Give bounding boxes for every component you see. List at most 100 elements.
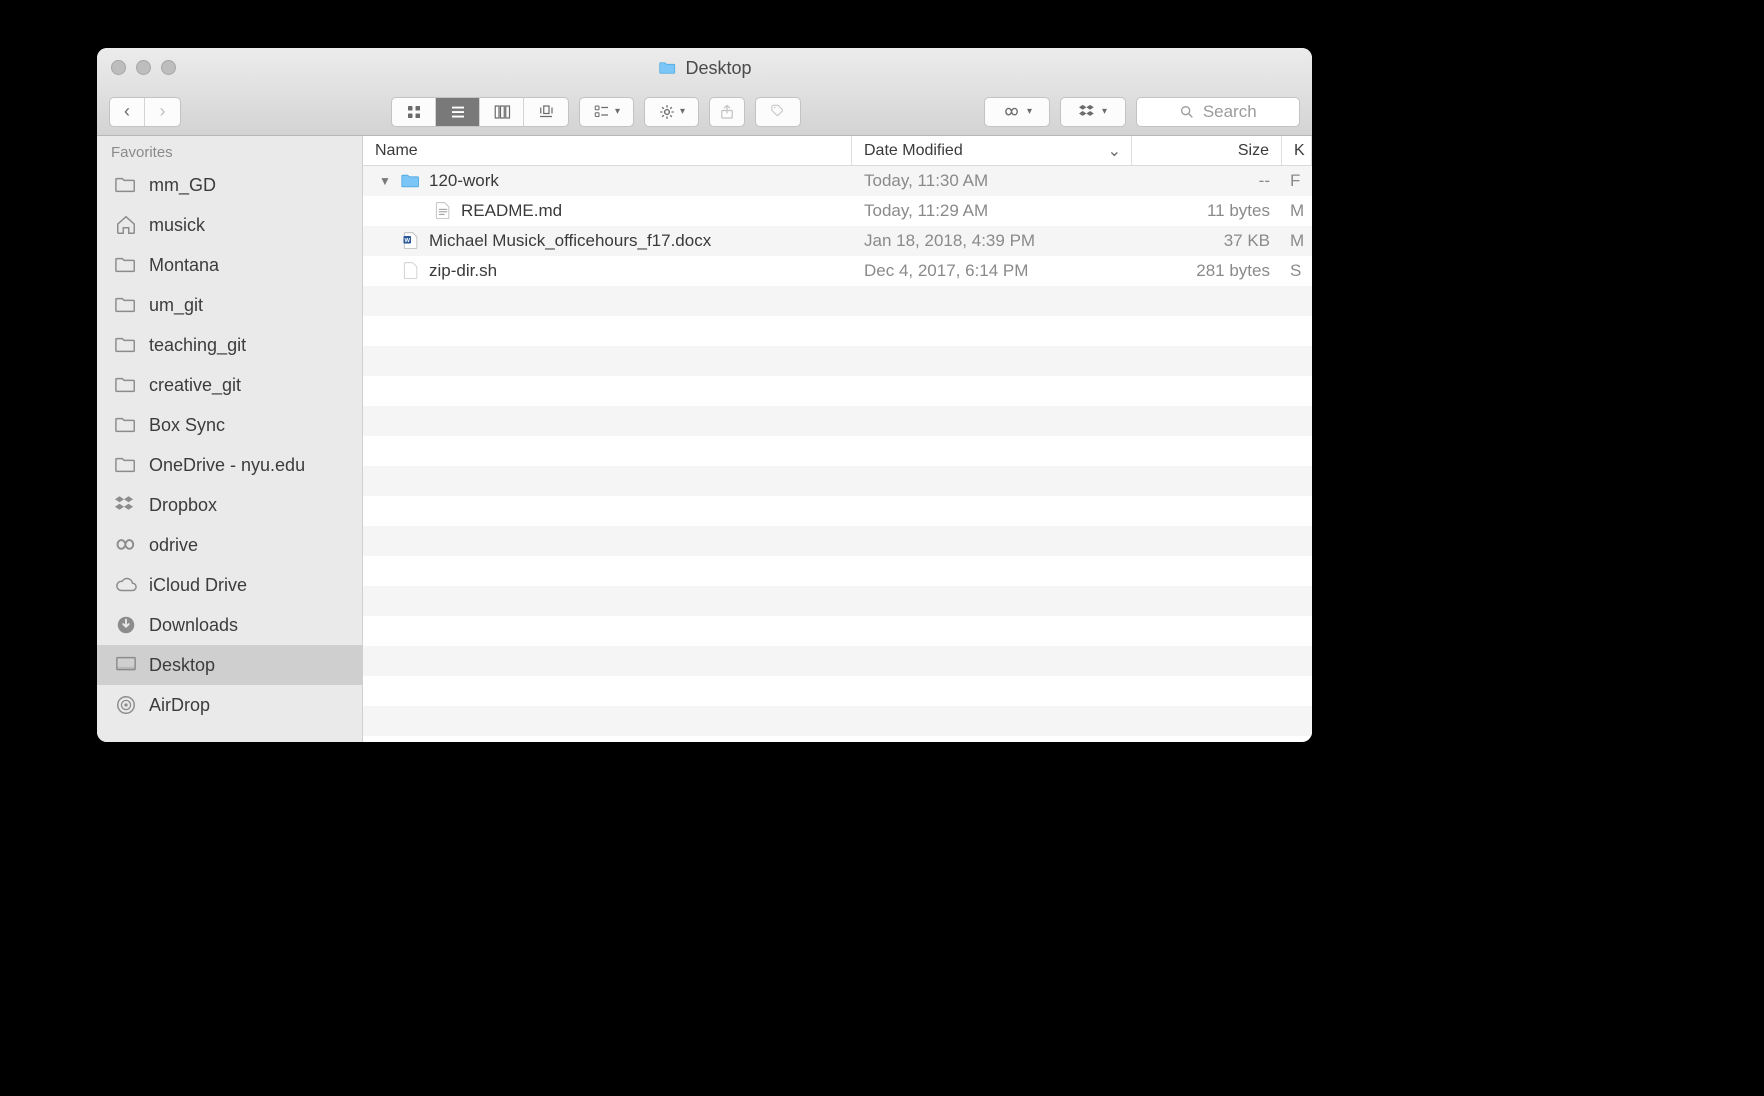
toolbar: ‹ › ▾ ▾ ▾ ▾ Search	[97, 88, 1312, 136]
sidebar-item-box-sync[interactable]: Box Sync	[97, 405, 362, 445]
empty-row	[363, 436, 1312, 466]
icon-view-button[interactable]	[392, 98, 436, 126]
folder-icon	[113, 454, 139, 476]
sidebar-item-label: iCloud Drive	[149, 575, 247, 596]
file-name: README.md	[461, 201, 562, 221]
search-placeholder: Search	[1203, 102, 1257, 122]
file-row[interactable]: ▼ 120-work Today, 11:30 AM--F	[363, 166, 1312, 196]
column-header-kind[interactable]: K	[1282, 136, 1312, 165]
sidebar-item-desktop[interactable]: Desktop	[97, 645, 362, 685]
forward-button[interactable]: ›	[145, 98, 180, 126]
sidebar-item-airdrop[interactable]: AirDrop	[97, 685, 362, 725]
sidebar-item-musick[interactable]: musick	[97, 205, 362, 245]
desktop-icon	[113, 654, 139, 676]
folder-icon	[113, 374, 139, 396]
folder-icon	[113, 174, 139, 196]
sort-indicator-icon: ⌄	[1108, 141, 1121, 161]
close-window-button[interactable]	[111, 60, 126, 75]
zoom-window-button[interactable]	[161, 60, 176, 75]
sidebar-item-montana[interactable]: Montana	[97, 245, 362, 285]
sidebar-section-header: Favorites	[97, 136, 362, 165]
empty-row	[363, 376, 1312, 406]
file-date: Jan 18, 2018, 4:39 PM	[852, 231, 1132, 251]
folder-icon	[113, 294, 139, 316]
file-size: 11 bytes	[1132, 201, 1282, 221]
sidebar-item-label: um_git	[149, 295, 203, 316]
list-view-button[interactable]	[436, 98, 480, 126]
sidebar-item-creative-git[interactable]: creative_git	[97, 365, 362, 405]
sidebar-item-onedrive-nyu-edu[interactable]: OneDrive - nyu.edu	[97, 445, 362, 485]
file-name: zip-dir.sh	[429, 261, 497, 281]
file-kind: S	[1282, 261, 1312, 281]
file-kind: F	[1282, 171, 1312, 191]
sidebar-item-dropbox[interactable]: Dropbox	[97, 485, 362, 525]
sidebar-item-label: Downloads	[149, 615, 238, 636]
sidebar-item-mm-gd[interactable]: mm_GD	[97, 165, 362, 205]
empty-row	[363, 676, 1312, 706]
empty-row	[363, 526, 1312, 556]
odrive-toolbar-menu[interactable]: ▾	[984, 97, 1050, 127]
tags-button[interactable]	[755, 97, 801, 127]
doc-icon	[433, 201, 453, 221]
action-menu[interactable]: ▾	[644, 97, 699, 127]
folder-icon	[113, 334, 139, 356]
file-row[interactable]: README.md Today, 11:29 AM11 bytesM	[363, 196, 1312, 226]
empty-row	[363, 496, 1312, 526]
share-button[interactable]	[709, 97, 745, 127]
search-field[interactable]: Search	[1136, 97, 1301, 127]
file-date: Today, 11:29 AM	[852, 201, 1132, 221]
file-row[interactable]: zip-dir.sh Dec 4, 2017, 6:14 PM281 bytesS	[363, 256, 1312, 286]
file-kind: M	[1282, 201, 1312, 221]
disclosure-triangle-icon[interactable]: ▼	[379, 174, 393, 188]
arrange-menu[interactable]: ▾	[579, 97, 634, 127]
home-icon	[113, 214, 139, 236]
sidebar: Favorites mm_GDmusickMontana um_gitteachi…	[97, 136, 363, 742]
sidebar-item-label: Box Sync	[149, 415, 225, 436]
file-name: 120-work	[429, 171, 499, 191]
sidebar-item-label: Dropbox	[149, 495, 217, 516]
sidebar-item-label: OneDrive - nyu.edu	[149, 455, 305, 476]
dropbox-toolbar-menu[interactable]: ▾	[1060, 97, 1126, 127]
empty-row	[363, 646, 1312, 676]
folder-icon	[113, 414, 139, 436]
column-header-date[interactable]: Date Modified⌄	[852, 136, 1132, 165]
nav-buttons: ‹ ›	[109, 97, 181, 127]
sidebar-item-icloud-drive[interactable]: iCloud Drive	[97, 565, 362, 605]
titlebar[interactable]: Desktop	[97, 48, 1312, 88]
window-title: Desktop	[657, 58, 751, 79]
search-icon	[1179, 104, 1195, 120]
empty-row	[363, 586, 1312, 616]
sidebar-item-um-git[interactable]: um_git	[97, 285, 362, 325]
column-header-size[interactable]: Size	[1132, 136, 1282, 165]
sidebar-item-odrive[interactable]: odrive	[97, 525, 362, 565]
coverflow-view-button[interactable]	[524, 98, 568, 126]
file-list-pane: Name Date Modified⌄ Size K ▼ 120-work Toda…	[363, 136, 1312, 742]
column-headers: Name Date Modified⌄ Size K	[363, 136, 1312, 166]
empty-row	[363, 346, 1312, 376]
sidebar-item-label: odrive	[149, 535, 198, 556]
file-date: Dec 4, 2017, 6:14 PM	[852, 261, 1132, 281]
file-row[interactable]: Michael Musick_officehours_f17.docx Jan 1…	[363, 226, 1312, 256]
column-view-button[interactable]	[480, 98, 524, 126]
airdrop-icon	[113, 694, 139, 716]
folder-icon	[113, 254, 139, 276]
download-icon	[113, 614, 139, 636]
empty-row	[363, 466, 1312, 496]
file-size: 281 bytes	[1132, 261, 1282, 281]
column-header-name[interactable]: Name	[363, 136, 852, 165]
desktop-icon	[657, 58, 677, 78]
blank-icon	[401, 261, 421, 281]
window-controls	[111, 60, 176, 75]
back-button[interactable]: ‹	[110, 98, 145, 126]
empty-row	[363, 616, 1312, 646]
empty-row	[363, 286, 1312, 316]
sidebar-item-downloads[interactable]: Downloads	[97, 605, 362, 645]
sidebar-item-label: Desktop	[149, 655, 215, 676]
file-date: Today, 11:30 AM	[852, 171, 1132, 191]
minimize-window-button[interactable]	[136, 60, 151, 75]
window-title-text: Desktop	[685, 58, 751, 79]
empty-row	[363, 706, 1312, 736]
sidebar-item-teaching-git[interactable]: teaching_git	[97, 325, 362, 365]
file-size: --	[1132, 171, 1282, 191]
file-name: Michael Musick_officehours_f17.docx	[429, 231, 711, 251]
